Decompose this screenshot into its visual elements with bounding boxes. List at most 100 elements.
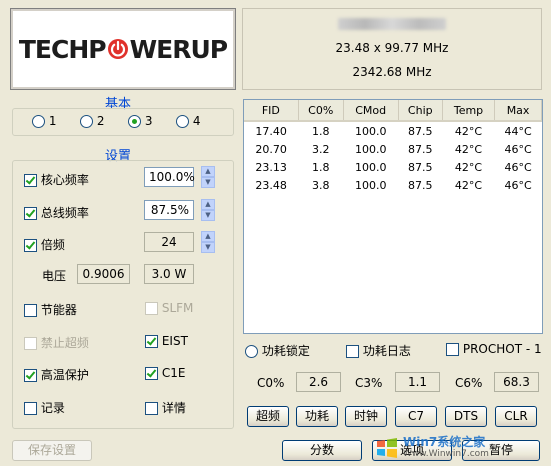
checkbox-box [145,402,158,415]
col-cmod[interactable]: CMod [343,100,399,122]
logo-text-right: WERUP [129,34,229,64]
c6-value: 68.3 [494,372,539,392]
checkbox-box [346,345,359,358]
watermark-brand: Win7系统之家 [403,435,486,449]
col-max[interactable]: Max [494,100,542,122]
core-freq-checkbox[interactable]: 核心频率 [24,171,89,188]
spin-up-icon[interactable]: ▲ [201,231,215,242]
radio-circle [245,345,258,358]
spin-up-icon[interactable]: ▲ [201,199,215,210]
checkbox-box [24,402,37,415]
clock-button[interactable]: 时钟 [345,406,387,427]
cell: 3.2 [311,142,330,156]
col-temp[interactable]: Temp [442,100,496,122]
checkbox-box [24,207,37,220]
clr-button[interactable]: CLR [495,406,537,427]
checkbox-box [24,174,37,187]
cell: 87.5 [408,178,433,192]
spin-down-icon[interactable]: ▼ [201,210,215,221]
thermal-protect-checkbox[interactable]: 高温保护 [24,366,89,383]
core-freq-spinner[interactable]: ▲ ▼ [201,166,215,188]
dts-button[interactable]: DTS [445,406,487,427]
cpu-name-blurred [338,18,446,30]
radio-circle [32,115,45,128]
cell: 100.0 [354,124,387,138]
watermark-url: Www.Winwin7.com [403,449,489,459]
energy-saver-checkbox[interactable]: 节能器 [24,301,77,318]
bus-freq-checkbox[interactable]: 总线频率 [24,204,89,221]
logo-text-left: TECHP [18,34,107,64]
table-row: 23.13 1.8 100.0 87.5 42°C 46°C [244,158,542,176]
multiplier-checkbox[interactable]: 倍频 [24,236,65,253]
col-fid[interactable]: FID [244,100,299,122]
radio-circle-selected [128,115,141,128]
multiplier-readout: 23.48 x 99.77 MHz [335,41,449,55]
cpu-state-table: FID C0% CMod Chip Temp Max 17.40 1.8 100… [243,99,543,334]
cell: 23.13 [255,160,287,174]
disable-turbo-checkbox: 禁止超频 [24,334,89,351]
power-log-checkbox[interactable]: 功耗日志 [346,342,411,359]
c0-value: 2.6 [296,372,341,392]
spin-up-icon[interactable]: ▲ [201,166,215,177]
techpowerup-logo: TECHP WERUP [10,8,236,90]
checkbox-box [145,302,158,315]
table-header-row: FID C0% CMod Chip Temp Max [244,100,542,122]
frequency-readout: 2342.68 MHz [352,65,432,79]
cell: 3.8 [311,178,330,192]
c3-label: C3% [355,376,383,390]
cell: 44°C [504,124,532,138]
spin-down-icon[interactable]: ▼ [201,177,215,188]
details-checkbox[interactable]: 详情 [145,399,186,416]
cell: 23.48 [255,178,287,192]
cell: 42°C [454,160,483,174]
windows-flag-icon [377,438,397,458]
c6-label: C6% [455,376,483,390]
power-button[interactable]: 功耗 [296,406,338,427]
log-checkbox[interactable]: 记录 [24,399,65,416]
multiplier-field[interactable]: 24 [144,232,194,252]
checkbox-box [24,369,37,382]
col-c0[interactable]: C0% [298,100,344,122]
c1e-checkbox[interactable]: C1E [145,366,185,380]
table-row: 23.48 3.8 100.0 87.5 42°C 46°C [244,176,542,194]
bus-freq-spinner[interactable]: ▲ ▼ [201,199,215,221]
cell: 87.5 [408,124,433,138]
col-chip[interactable]: Chip [398,100,443,122]
split-button[interactable]: 分数 [282,440,362,461]
c0-label: C0% [257,376,285,390]
power-icon [107,39,128,59]
radio-circle [80,115,93,128]
cell: 46°C [504,178,532,192]
checkbox-box [24,337,37,350]
cell: 87.5 [408,142,433,156]
save-settings-button[interactable]: 保存设置 [12,440,92,461]
radio-circle [176,115,189,128]
turbo-button[interactable]: 超频 [247,406,289,427]
cell: 17.40 [255,124,287,138]
multiplier-spinner[interactable]: ▲ ▼ [201,231,215,253]
core-freq-field[interactable]: 100.0% [144,167,195,187]
radio-option-4[interactable]: 4 [176,114,200,128]
cell: 42°C [454,142,483,156]
radio-option-1[interactable]: 1 [32,114,56,128]
power-value: 3.0 W [144,264,194,284]
spin-down-icon[interactable]: ▼ [201,242,215,253]
voltage-label: 电压 [42,269,67,283]
cell: 1.8 [311,160,330,174]
power-lock-radio[interactable]: 功耗锁定 [245,342,310,359]
cell: 100.0 [354,160,387,174]
checkbox-box [145,367,158,380]
eist-checkbox[interactable]: EIST [145,334,188,348]
cpu-info-panel: 23.48 x 99.77 MHz 2342.68 MHz [242,8,542,90]
checkbox-box [24,304,37,317]
table-row: 20.70 3.2 100.0 87.5 42°C 46°C [244,140,542,158]
radio-option-2[interactable]: 2 [80,114,104,128]
cell: 42°C [454,124,483,138]
cell: 100.0 [354,142,387,156]
c7-button[interactable]: C7 [395,406,437,427]
bus-freq-field[interactable]: 87.5% [144,200,194,220]
cell: 87.5 [408,160,433,174]
prochot-checkbox[interactable]: PROCHOT - 1 [446,342,542,356]
radio-option-3[interactable]: 3 [128,114,152,128]
watermark: Win7系统之家 Www.Winwin7.com [375,434,545,462]
